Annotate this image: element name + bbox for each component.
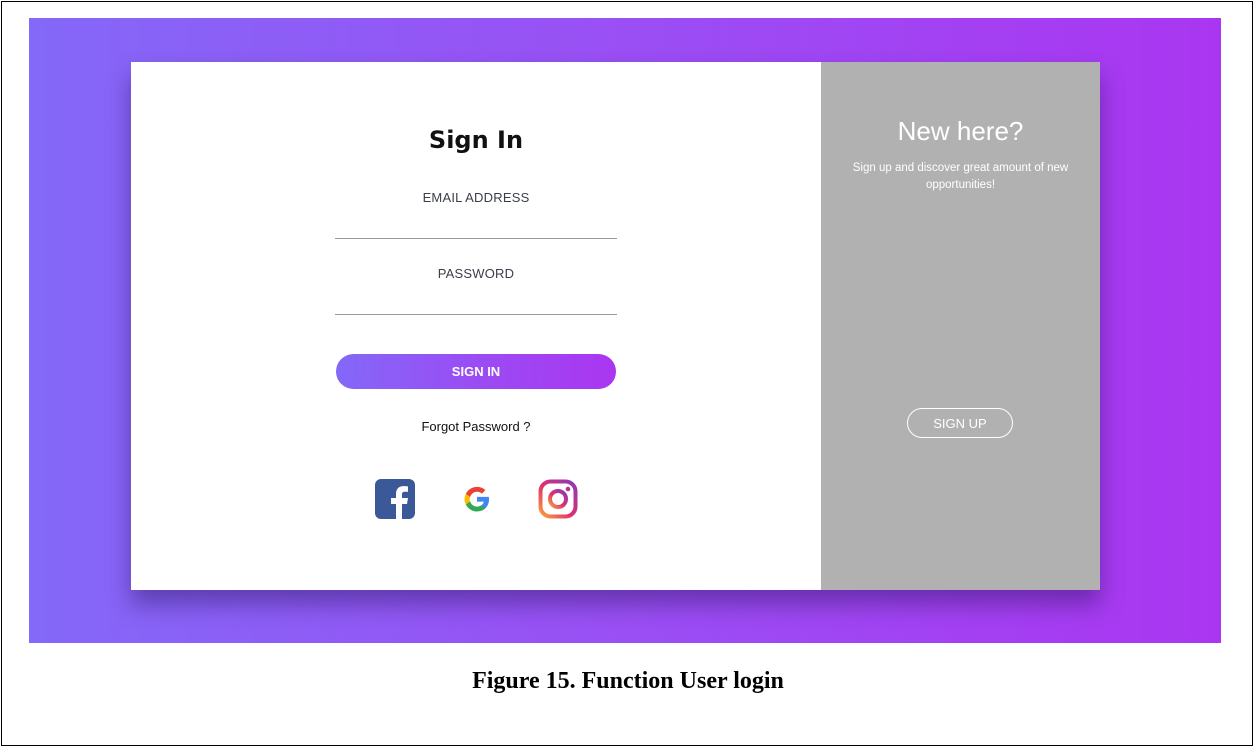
- signin-button[interactable]: SIGN IN: [336, 354, 616, 389]
- signup-panel: New here? Sign up and discover great amo…: [821, 62, 1100, 590]
- password-label: PASSWORD: [437, 266, 515, 281]
- google-icon[interactable]: [456, 478, 498, 520]
- social-login-row: [374, 478, 584, 522]
- signup-description: Sign up and discover great amount of new…: [852, 162, 1069, 191]
- signin-panel: Sign In EMAIL ADDRESS PASSWORD SIGN IN F…: [131, 62, 821, 590]
- instagram-icon[interactable]: [537, 478, 579, 520]
- figure-caption: Figure 15. Function User login: [472, 668, 784, 694]
- signup-button[interactable]: SIGN UP: [907, 408, 1013, 438]
- login-card: Sign In EMAIL ADDRESS PASSWORD SIGN IN F…: [131, 62, 1100, 590]
- email-field[interactable]: [335, 238, 617, 239]
- forgot-password-link[interactable]: Forgot Password ?: [131, 419, 821, 434]
- login-screenshot: Sign In EMAIL ADDRESS PASSWORD SIGN IN F…: [29, 18, 1221, 643]
- signup-heading: New here?: [897, 116, 1024, 146]
- figure-frame: Sign In EMAIL ADDRESS PASSWORD SIGN IN F…: [1, 1, 1253, 746]
- email-label: EMAIL ADDRESS: [422, 190, 530, 205]
- signin-title: Sign In: [428, 126, 524, 154]
- password-field[interactable]: [335, 314, 617, 315]
- facebook-icon[interactable]: [374, 478, 416, 520]
